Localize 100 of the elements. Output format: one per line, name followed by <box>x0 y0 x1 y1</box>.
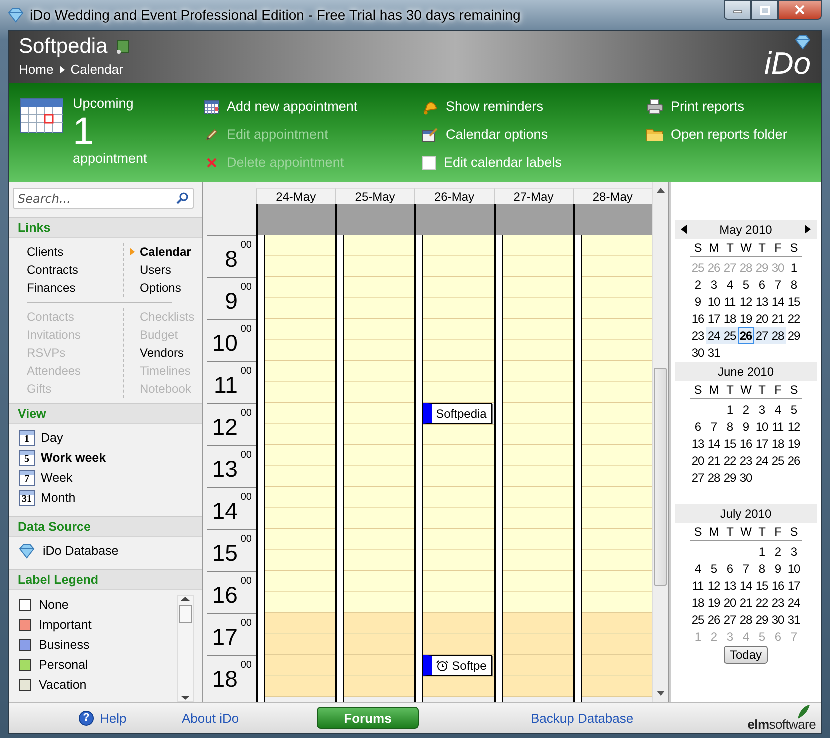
time-slot[interactable] <box>582 529 652 572</box>
day-header[interactable]: 28-May <box>572 188 652 206</box>
time-slot[interactable] <box>423 277 494 320</box>
calendar-day[interactable]: 25 <box>722 327 738 344</box>
close-button[interactable] <box>778 0 822 20</box>
calendar-day[interactable]: 11 <box>770 418 786 436</box>
calendar-day[interactable]: 21 <box>738 594 754 612</box>
time-slot[interactable] <box>265 529 336 572</box>
time-slot[interactable] <box>344 487 414 530</box>
reminders-link[interactable]: Show reminders <box>421 96 646 118</box>
time-slot[interactable] <box>265 613 336 656</box>
time-slot[interactable] <box>344 445 414 488</box>
calendar-day[interactable]: 2 <box>770 543 786 560</box>
calendar-day[interactable]: 21 <box>770 310 786 328</box>
calendar-day[interactable]: 3 <box>786 543 802 560</box>
all-day-cell[interactable] <box>256 204 336 236</box>
calendar-day[interactable]: 4 <box>722 276 738 294</box>
nav-link[interactable]: Clients <box>27 243 123 262</box>
calendar-day[interactable]: 1 <box>722 401 738 418</box>
calendar-day[interactable]: 7 <box>738 560 754 578</box>
calendar-day[interactable]: 30 <box>770 611 786 628</box>
calendar-day[interactable]: 7 <box>706 418 722 436</box>
time-slot[interactable] <box>344 571 414 614</box>
today-button[interactable]: Today <box>724 646 768 664</box>
calendar-day[interactable]: 13 <box>722 577 738 594</box>
forums-button[interactable]: Forums <box>317 707 419 730</box>
calendar-day[interactable]: 13 <box>690 435 706 452</box>
calendar-day[interactable]: 14 <box>738 577 754 594</box>
calendar-day[interactable]: 18 <box>690 594 706 612</box>
calendar-day[interactable]: 25 <box>690 611 706 628</box>
calendar-day[interactable]: 26 <box>706 611 722 628</box>
calendar-day[interactable]: 3 <box>706 276 722 294</box>
calendar-day[interactable]: 27 <box>690 469 706 486</box>
appointment[interactable]: Softpe <box>423 655 492 676</box>
calendar-day[interactable]: 12 <box>786 418 802 436</box>
time-slot[interactable] <box>423 445 494 488</box>
nav-link[interactable]: Vendors <box>140 344 195 362</box>
add-appointment-link[interactable]: Add new appointment <box>204 96 421 118</box>
next-month-button[interactable] <box>805 225 811 234</box>
time-slot[interactable] <box>502 361 573 404</box>
view-option[interactable]: 31 Month <box>19 488 202 508</box>
calendar-day[interactable]: 20 <box>690 452 706 470</box>
scroll-up-icon[interactable] <box>181 596 190 602</box>
all-day-cell[interactable] <box>494 204 573 236</box>
calendar-day[interactable]: 27 <box>722 611 738 628</box>
calendar-day[interactable]: 16 <box>738 435 754 452</box>
calendar-day[interactable]: 23 <box>738 452 754 470</box>
day-header[interactable]: 24-May <box>256 188 336 206</box>
time-slot[interactable] <box>502 403 573 446</box>
nav-link[interactable]: Contracts <box>27 261 123 280</box>
view-option[interactable]: 7 Week <box>19 468 202 488</box>
scroll-thumb[interactable] <box>654 368 667 586</box>
calendar-day[interactable]: 30 <box>738 469 754 486</box>
day-header[interactable]: 27-May <box>494 188 573 206</box>
calendar-day[interactable]: 12 <box>706 577 722 594</box>
calendar-day[interactable]: 22 <box>786 310 802 328</box>
calendar-day[interactable]: 24 <box>754 452 770 470</box>
minimize-button[interactable] <box>724 0 751 20</box>
time-slot[interactable] <box>502 571 573 614</box>
time-slot[interactable] <box>265 403 336 446</box>
time-slot[interactable] <box>265 361 336 404</box>
time-slot[interactable] <box>582 361 652 404</box>
calendar-day[interactable]: 26 <box>786 452 802 470</box>
print-link[interactable]: Print reports <box>646 96 788 118</box>
calendar-day[interactable]: 23 <box>690 327 706 344</box>
scroll-down-icon[interactable] <box>656 691 665 696</box>
calendar-day[interactable]: 2 <box>690 276 706 294</box>
calendar-day[interactable]: 22 <box>722 452 738 470</box>
calendar-day[interactable]: 6 <box>722 560 738 578</box>
time-slot[interactable] <box>502 613 573 656</box>
calendar-day[interactable]: 5 <box>738 276 754 294</box>
calendar-day[interactable]: 27 <box>754 327 770 344</box>
time-slot[interactable] <box>502 487 573 530</box>
time-slot[interactable] <box>265 487 336 530</box>
maximize-button[interactable] <box>751 0 778 20</box>
time-slot[interactable] <box>502 529 573 572</box>
breadcrumb-link[interactable]: Home <box>19 62 54 77</box>
time-slot[interactable] <box>265 445 336 488</box>
calendar-day[interactable]: 7 <box>770 276 786 294</box>
calendar-day[interactable]: 1 <box>754 543 770 560</box>
all-day-cell[interactable] <box>572 204 652 236</box>
search-field[interactable]: Search... <box>13 188 194 210</box>
time-slot[interactable] <box>265 655 336 698</box>
calendar-day[interactable]: 16 <box>690 310 706 328</box>
calendar-day[interactable]: 17 <box>786 577 802 594</box>
calendar-day[interactable]: 3 <box>754 401 770 418</box>
time-slot[interactable] <box>582 613 652 656</box>
time-slot[interactable] <box>582 319 652 362</box>
calendar-day[interactable]: 21 <box>706 452 722 470</box>
nav-link[interactable]: Users <box>140 261 202 280</box>
calendar-day[interactable]: 9 <box>770 560 786 578</box>
time-slot[interactable] <box>423 487 494 530</box>
time-slot[interactable] <box>582 277 652 320</box>
calendar-day[interactable]: 10 <box>754 418 770 436</box>
calendar-day[interactable]: 20 <box>722 594 738 612</box>
calendar-day[interactable]: 14 <box>706 435 722 452</box>
calendar-day[interactable]: 17 <box>706 310 722 328</box>
calendar-day[interactable]: 23 <box>770 594 786 612</box>
time-slot[interactable] <box>344 277 414 320</box>
calendar-day[interactable]: 19 <box>706 594 722 612</box>
